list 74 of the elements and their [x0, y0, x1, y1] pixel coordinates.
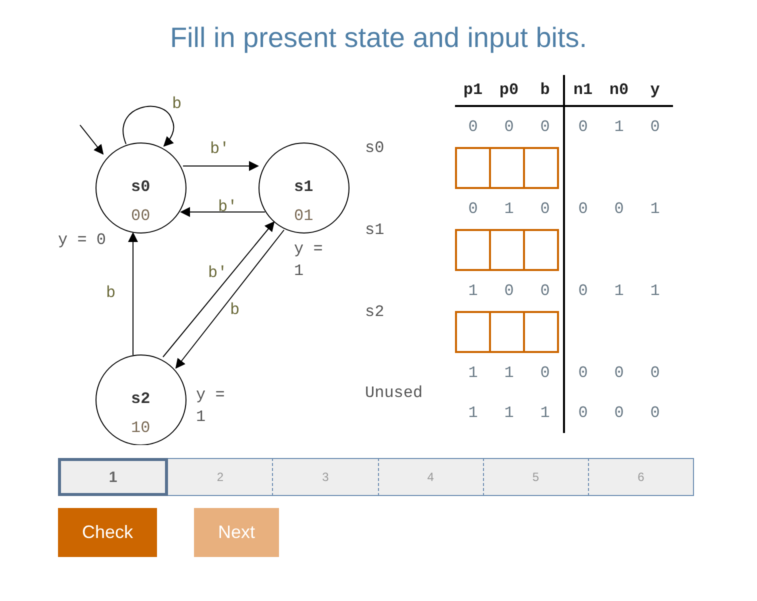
progress-step[interactable]: 4	[378, 458, 484, 496]
table-cell-text: 0	[503, 282, 515, 300]
table-cell-text: 0	[577, 200, 589, 218]
table-cell-text: 0	[467, 118, 479, 136]
column-header: p0	[498, 81, 520, 99]
bit-input-field[interactable]	[523, 311, 559, 353]
state-code: 01	[294, 206, 314, 227]
table-cell-text: 1	[613, 282, 625, 300]
table-cell-text: 1	[613, 118, 625, 136]
progress-step[interactable]: 6	[588, 458, 694, 496]
state-output: y = 1	[196, 385, 226, 428]
column-header: y	[649, 81, 661, 99]
check-button[interactable]: Check	[58, 508, 158, 557]
table-cell-text: 0	[577, 282, 589, 300]
state-label: s2	[365, 302, 386, 322]
table-cell-text: 0	[539, 200, 551, 218]
state-label: s0	[365, 138, 386, 158]
state-name: s0	[131, 177, 150, 198]
table-cell-text: 0	[649, 118, 661, 136]
state-name: s2	[131, 389, 150, 410]
transition-label: b	[172, 94, 182, 115]
state-output: y = 0	[58, 230, 108, 251]
table-cell-text: 1	[467, 404, 479, 422]
bit-input-field[interactable]	[455, 147, 491, 189]
state-label: Unused	[365, 383, 424, 403]
table-cell-text: 0	[539, 282, 551, 300]
state-label: s1	[365, 220, 386, 240]
table-cell-text: 0	[577, 118, 589, 136]
table-cell-text: 1	[467, 282, 479, 300]
table-cell-text: 1	[649, 282, 661, 300]
transition-label: b'	[208, 263, 228, 284]
bit-input-field[interactable]	[523, 147, 559, 189]
progress-step[interactable]: 5	[484, 458, 589, 496]
transition-label: b	[106, 283, 116, 304]
column-header: b	[539, 81, 551, 99]
column-header: p1	[462, 81, 484, 99]
table-cell-text: 1	[649, 200, 661, 218]
bit-input-field[interactable]	[455, 229, 491, 271]
state-code: 10	[131, 418, 150, 439]
start-arrow	[80, 124, 104, 155]
state-output: y = 1	[294, 239, 324, 282]
table-cell-text: 1	[539, 404, 551, 422]
transition-arrow	[122, 106, 174, 147]
progress-step[interactable]: 3	[273, 458, 379, 496]
table-cell-text: 0	[613, 404, 625, 422]
table-cell-text: 0	[467, 200, 479, 218]
bit-input-field[interactable]	[489, 311, 525, 353]
bit-input-field[interactable]	[489, 147, 525, 189]
column-header: n0	[608, 81, 630, 99]
table-cell-text: 0	[649, 364, 661, 382]
table-cell-text: 0	[503, 118, 515, 136]
bit-input-field[interactable]	[489, 229, 525, 271]
page-title: Fill in present state and input bits.	[168, 21, 588, 55]
table-cell-text: 0	[577, 404, 589, 422]
transition-label: b'	[218, 197, 238, 218]
bit-input-field[interactable]	[523, 229, 559, 271]
table-cell-text: 1	[503, 200, 515, 218]
table-cell-text: 0	[613, 364, 625, 382]
table-cell-text: 1	[467, 364, 479, 382]
progress-step[interactable]: 1	[58, 458, 168, 496]
transition-label: b	[230, 300, 240, 321]
transition-label: b'	[210, 139, 230, 160]
state-name: s1	[294, 177, 314, 198]
table-cell-text: 0	[613, 200, 625, 218]
table-cell-text: 0	[577, 364, 589, 382]
table-cell-text: 1	[503, 404, 515, 422]
column-header: n1	[572, 81, 594, 99]
state-code: 00	[131, 206, 150, 227]
bit-input-field[interactable]	[455, 311, 491, 353]
table-cell-text: 0	[539, 118, 551, 136]
table-cell-text: 0	[649, 404, 661, 422]
table-cell-text: 0	[539, 364, 551, 382]
table-cell-text: 1	[503, 364, 515, 382]
progress-step[interactable]: 2	[168, 458, 274, 496]
